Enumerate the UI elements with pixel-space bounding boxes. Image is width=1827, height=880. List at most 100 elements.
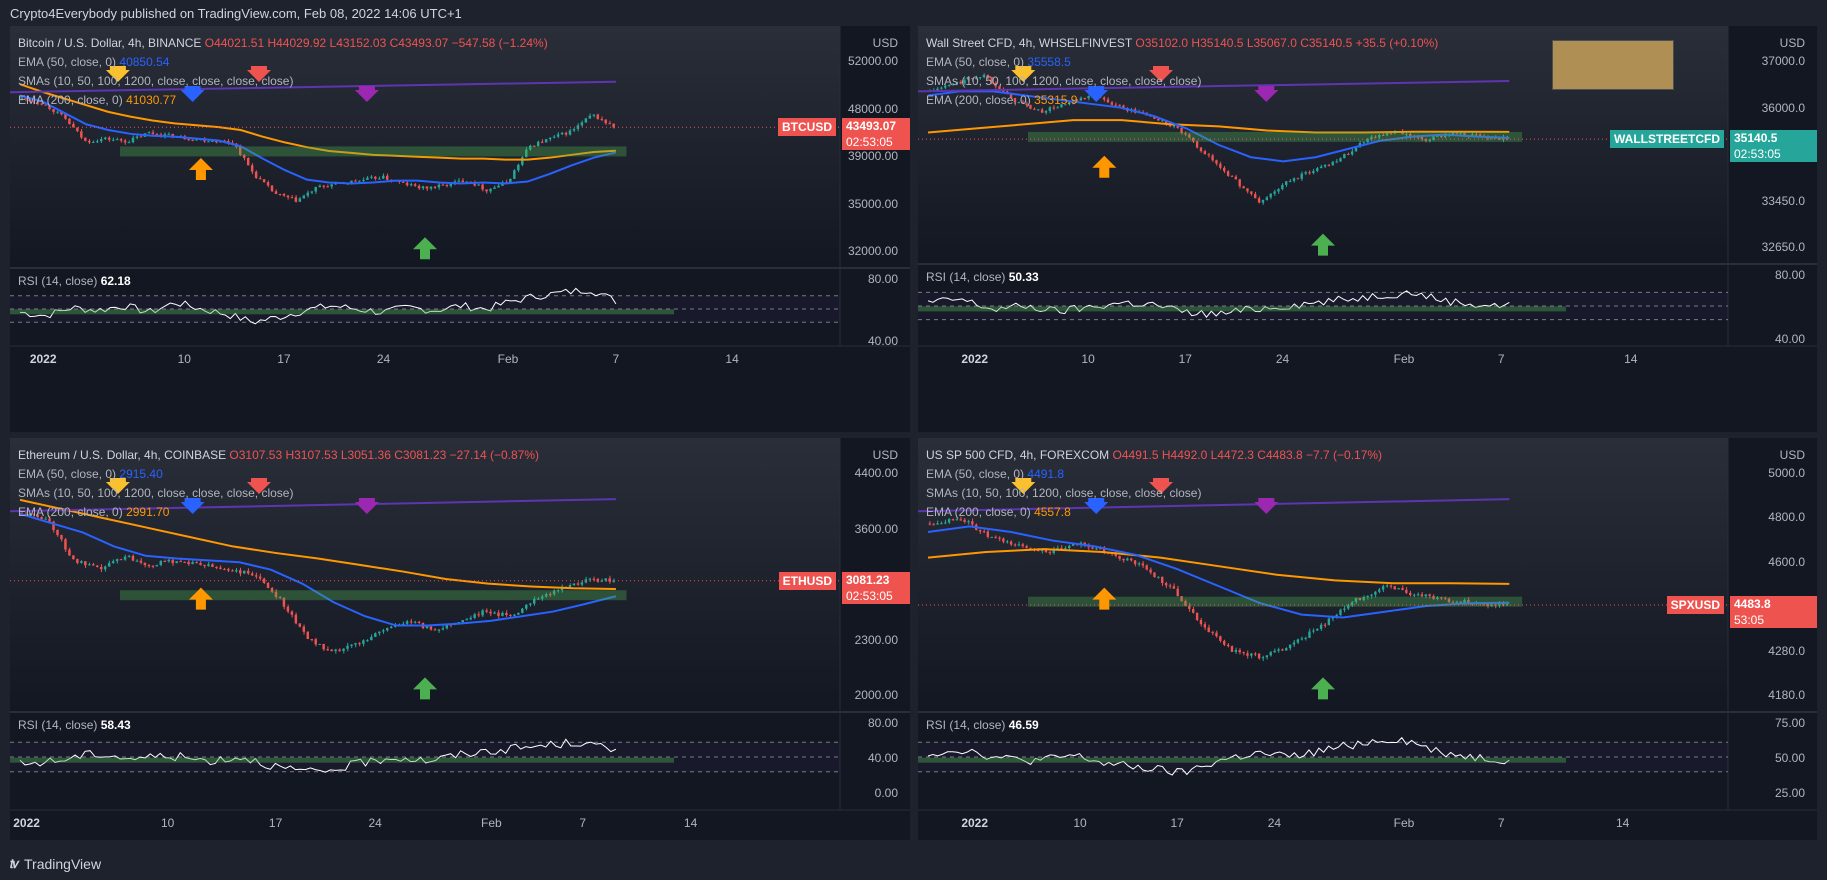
candle-body [1168, 585, 1172, 587]
price-tick-label: 37000.0 [1761, 54, 1805, 68]
time-tick-label: 2022 [961, 352, 989, 366]
candle-body [171, 559, 174, 564]
rsi-tick-label: 25.00 [1774, 786, 1805, 800]
chart-panel-eth[interactable]: Ethereum / U.S. Dollar, 4h, COINBASE O31… [10, 438, 910, 840]
legend-title-row: Ethereum / U.S. Dollar, 4h, COINBASE O31… [18, 446, 539, 465]
candle-body [536, 141, 540, 147]
candle-body [385, 175, 389, 180]
candle-body [1164, 583, 1168, 586]
legend-ema50-row: EMA (50, close, 0) 40850.54 [18, 53, 548, 72]
candle-body [584, 118, 588, 123]
ema50-value: 4491.8 [1027, 467, 1065, 481]
chart-panel-btc[interactable]: Bitcoin / U.S. Dollar, 4h, BINANCE O4402… [10, 26, 910, 432]
price-tick-label: 32650.0 [1761, 240, 1805, 254]
candle-body [1238, 650, 1241, 653]
price-tick-label: 5000.0 [1768, 466, 1805, 480]
smas-label: SMAs (10, 50, 100, 1200, close, close, c… [18, 74, 294, 88]
candle-body [544, 139, 548, 143]
countdown-tag: 02:53:05 [1730, 146, 1817, 163]
candle-body [469, 617, 472, 620]
price-tick-label: 3600.00 [854, 521, 898, 536]
candle-body [1238, 179, 1241, 187]
candle-body [1277, 649, 1280, 651]
symbol-title: Wall Street CFD, 4h, WHSELFINVEST [926, 36, 1133, 50]
time-tick-label: 14 [683, 816, 698, 830]
candle-body [342, 648, 345, 651]
candle-body [99, 567, 103, 570]
candle-body [80, 561, 83, 563]
candle-body [262, 578, 266, 583]
candle-body [596, 114, 600, 119]
candle-body [1257, 653, 1261, 659]
candle-body [592, 578, 596, 580]
candle-body [76, 559, 79, 563]
chart-panel-spx[interactable]: US SP 500 CFD, 4h, FOREXCOM O4491.5 H449… [918, 438, 1817, 840]
time-tick-label: 2022 [13, 816, 40, 830]
candle-body [568, 585, 572, 588]
smas-label: SMAs (10, 50, 100, 1200, close, close, c… [18, 486, 294, 500]
candle-body [1273, 650, 1276, 653]
candle-body [191, 139, 194, 141]
symbol-title: Ethereum / U.S. Dollar, 4h, COINBASE [18, 448, 227, 462]
candle-body [107, 137, 111, 140]
candle-body [1327, 164, 1331, 166]
candle-body [1130, 558, 1133, 561]
candle-body [318, 185, 321, 187]
footer: 𝑡𝑣 TradingView [10, 856, 101, 872]
candle-body [1331, 161, 1334, 166]
candle-body [1254, 193, 1257, 199]
candle-body [1296, 639, 1300, 643]
candle-body [477, 184, 480, 186]
rsi-tick-label: 80.00 [867, 716, 898, 730]
candle-body [592, 114, 596, 116]
candle-body [445, 184, 449, 186]
time-tick-label: 14 [725, 352, 739, 366]
footer-brand[interactable]: TradingView [24, 856, 101, 872]
candle-body [940, 523, 943, 525]
candle-body [211, 564, 214, 567]
candle-body [1409, 592, 1412, 596]
legend-ema200-row: EMA (200, close, 0) 41030.77 [18, 91, 548, 110]
candle-body [568, 130, 572, 135]
candle-body [290, 611, 294, 615]
candle-body [362, 640, 365, 644]
countdown-tag: 02:53:05 [842, 134, 910, 151]
candle-body [242, 570, 246, 574]
rsi-tick-label: 40.00 [1774, 332, 1805, 346]
candle-body [1009, 541, 1013, 545]
candle-body [604, 578, 607, 581]
candle-body [1257, 198, 1261, 203]
candle-body [1420, 594, 1424, 597]
candle-body [227, 569, 230, 571]
candle-body [56, 111, 59, 113]
candle-body [262, 179, 266, 183]
candle-body [1242, 186, 1245, 189]
candle-body [409, 184, 413, 186]
candle-body [155, 564, 159, 567]
candle-body [143, 562, 147, 566]
candle-body [1405, 589, 1408, 593]
channel-logo-icon [1552, 40, 1674, 90]
candle-body [1215, 632, 1218, 637]
candle-body [107, 562, 111, 567]
candle-body [207, 564, 210, 566]
candle-body [1068, 545, 1071, 549]
candle-body [246, 570, 250, 574]
candle-body [1319, 166, 1323, 169]
time-tick-label: 17 [277, 352, 291, 366]
time-tick-label: 7 [1497, 816, 1505, 830]
time-tick-label: 24 [368, 816, 382, 830]
candle-body [1025, 546, 1028, 549]
rsi-value: 58.43 [100, 718, 131, 732]
candle-body [405, 182, 409, 186]
candle-body [576, 583, 580, 585]
candle-body [330, 649, 333, 652]
chart-panel-us30[interactable]: Wall Street CFD, 4h, WHSELFINVEST O35102… [918, 26, 1817, 432]
candle-body [139, 560, 143, 563]
candle-body [68, 118, 71, 125]
candle-body [608, 123, 611, 125]
candle-body [203, 564, 206, 566]
candle-body [314, 186, 317, 192]
candle-body [84, 561, 87, 566]
candle-body [286, 195, 290, 198]
